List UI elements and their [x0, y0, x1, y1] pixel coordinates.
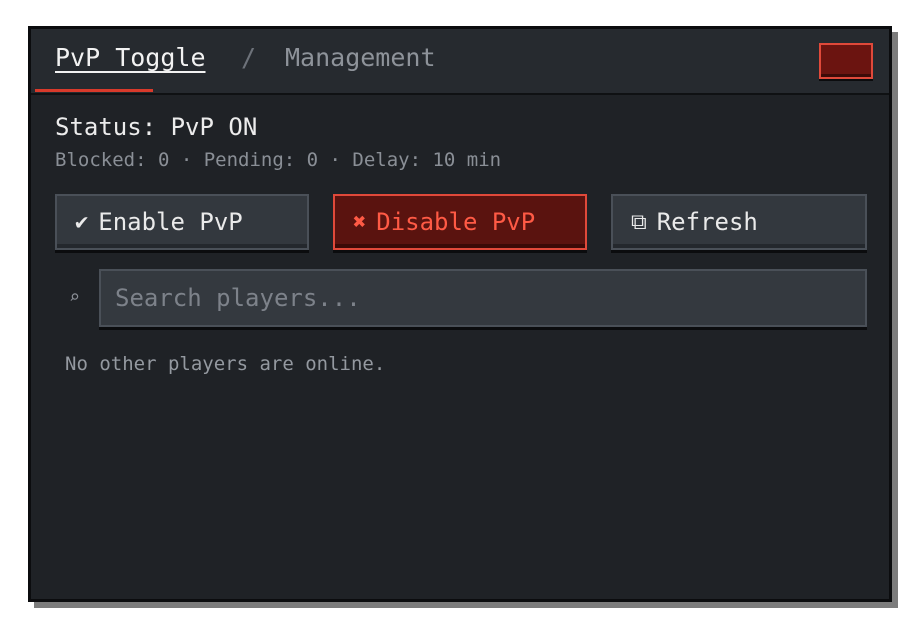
- title-bar: PvP Toggle / Management: [31, 29, 889, 95]
- empty-players-message: No other players are online.: [65, 353, 386, 375]
- breadcrumb-separator: /: [241, 43, 257, 72]
- status-meta: Blocked: 0 · Pending: 0 · Delay: 10 min: [55, 149, 502, 171]
- status-text: Status: PvP ON: [55, 113, 258, 141]
- refresh-icon: ⧉: [631, 209, 647, 235]
- tab-pvp-toggle[interactable]: PvP Toggle: [55, 43, 206, 72]
- search-players-input[interactable]: [99, 269, 867, 327]
- cross-icon: ✖: [353, 209, 367, 235]
- active-tab-indicator: [35, 89, 153, 92]
- enable-pvp-button[interactable]: ✔ Enable PvP: [55, 194, 309, 250]
- disable-pvp-label: Disable PvP: [376, 208, 536, 236]
- enable-pvp-label: Enable PvP: [98, 208, 243, 236]
- checkmark-icon: ✔: [75, 209, 89, 235]
- close-button[interactable]: [819, 43, 873, 79]
- search-icon: ⌕: [69, 287, 80, 308]
- refresh-button[interactable]: ⧉ Refresh: [611, 194, 867, 250]
- disable-pvp-button[interactable]: ✖ Disable PvP: [333, 194, 587, 250]
- refresh-label: Refresh: [656, 208, 758, 236]
- tab-management[interactable]: Management: [285, 43, 436, 72]
- pvp-toggle-window: PvP Toggle / Management Status: PvP ON B…: [28, 26, 892, 602]
